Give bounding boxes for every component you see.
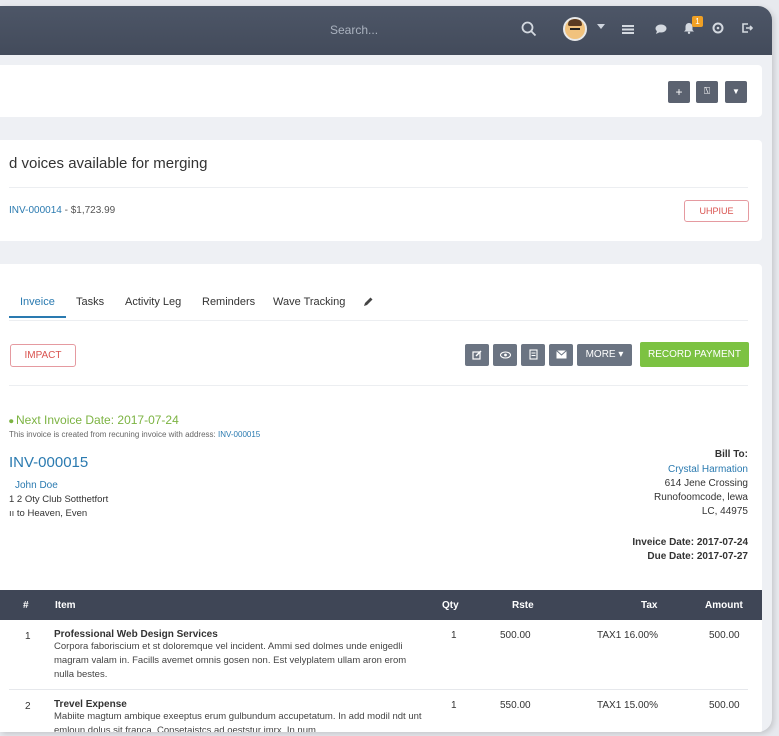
- row-tax: TAX1 15.00%: [597, 700, 658, 711]
- user-avatar[interactable]: [563, 17, 587, 41]
- col-number: #: [23, 600, 29, 611]
- from-address-line: 1 2 Oty Club Sotthetfort: [9, 494, 109, 505]
- row-divider: [9, 689, 748, 690]
- bill-to-address-line: 614 Jene Crossing: [664, 478, 748, 489]
- row-number: 2: [25, 701, 31, 712]
- row-qty: 1: [451, 700, 457, 711]
- record-payment-button[interactable]: RECORD PAYMENT: [640, 342, 749, 367]
- row-item-title: Trevel Expense: [54, 699, 127, 710]
- row-item: Trevel Expense Mabiite magtum ambique ex…: [54, 699, 424, 732]
- settings-icon[interactable]: [712, 22, 724, 34]
- unpin-button[interactable]: UHPIUE: [684, 200, 749, 222]
- divider: [9, 320, 748, 321]
- page-toolbar: + ⍂ ▼: [0, 65, 762, 117]
- tab-tasks[interactable]: Tasks: [76, 296, 104, 308]
- merge-panel: d voices available for merging INV-00001…: [0, 140, 762, 241]
- row-rate: 550.00: [500, 700, 531, 711]
- chevron-down-icon[interactable]: [597, 24, 605, 29]
- from-address-line: ıı to Heaven, Even: [9, 508, 88, 519]
- eye-icon: [499, 351, 511, 359]
- logout-icon[interactable]: [741, 22, 753, 34]
- row-qty: 1: [451, 630, 457, 641]
- row-rate: 500.00: [500, 630, 531, 641]
- col-item: Item: [55, 600, 76, 611]
- app-window: Search... 1 + ⍂ ▼ d voices available for: [0, 6, 772, 732]
- col-rate: Rste: [512, 600, 534, 611]
- merge-invoice-line: INV-000014 - $1,723.99: [9, 205, 115, 216]
- row-amount: 500.00: [709, 700, 740, 711]
- row-item: Professional Web Design Services Corpora…: [54, 629, 424, 682]
- row-amount: 500.00: [709, 630, 740, 641]
- divider: [9, 187, 748, 188]
- col-amount: Amount: [705, 600, 743, 611]
- row-item-desc: Mabiite magtum ambique exeeptus erum gul…: [54, 711, 422, 732]
- due-date: Due Date: 2017-07-27: [647, 551, 748, 562]
- edit-button[interactable]: [465, 344, 489, 366]
- row-tax: TAX1 16.00%: [597, 630, 658, 641]
- invoice-number: INV-000015: [9, 454, 89, 471]
- col-tax: Tax: [641, 600, 658, 611]
- top-navbar: Search... 1: [0, 6, 772, 55]
- grid-icon[interactable]: [622, 24, 634, 34]
- tab-activity-log[interactable]: Activity Leg: [125, 296, 181, 308]
- view-button[interactable]: [493, 344, 517, 366]
- recurring-note-text: This invoice is created from recuning in…: [9, 430, 218, 439]
- chat-icon[interactable]: [655, 24, 667, 34]
- from-name[interactable]: John Doe: [15, 480, 58, 491]
- impact-button[interactable]: IMPACT: [10, 344, 76, 367]
- row-item-title: Professional Web Design Services: [54, 629, 218, 640]
- invoice-panel: Inveice Tasks Activity Leg Reminders Wav…: [0, 264, 762, 732]
- invoice-date: Inveice Date: 2017-07-24: [632, 537, 748, 548]
- recurring-invoice-link[interactable]: INV-000015: [218, 430, 260, 439]
- recurring-note: This invoice is created from recuning in…: [9, 430, 260, 439]
- merge-title: d voices available for merging: [9, 155, 208, 172]
- col-qty: Qty: [442, 600, 459, 611]
- tab-reminders[interactable]: Reminders: [202, 296, 255, 308]
- next-invoice-date: ⏺ Next Invoice Date: 2017-07-24: [9, 413, 179, 427]
- notification-badge: 1: [692, 16, 703, 27]
- bill-to-address-line: Runofoomcode, lewa: [654, 492, 748, 503]
- bill-to-label: Bill To:: [714, 449, 748, 460]
- document-icon: [528, 349, 538, 360]
- merge-invoice-amount: - $1,723.99: [61, 205, 116, 216]
- row-number: 1: [25, 631, 31, 642]
- pdf-button[interactable]: [521, 344, 545, 366]
- tab-invoice[interactable]: Inveice: [20, 296, 55, 308]
- more-dropdown[interactable]: MORE ▾: [577, 344, 632, 366]
- bill-to-address-line: LC, 44975: [701, 506, 748, 517]
- search-input[interactable]: Search...: [330, 23, 378, 37]
- edit-icon: [472, 350, 482, 360]
- envelope-icon: [555, 350, 567, 359]
- filter-button[interactable]: ▼: [725, 81, 747, 103]
- tab-wave-tracking[interactable]: Wave Tracking: [273, 296, 345, 308]
- tab-active-indicator: [9, 316, 66, 318]
- merge-invoice-link[interactable]: INV-000014: [9, 205, 62, 216]
- row-item-desc: Corpora faboriscium et st doloremque vel…: [54, 641, 407, 680]
- pencil-icon[interactable]: [362, 296, 374, 308]
- add-button[interactable]: +: [668, 81, 690, 103]
- search-icon[interactable]: [520, 20, 538, 38]
- bill-to-name[interactable]: Crystal Harmation: [668, 464, 748, 475]
- chart-button[interactable]: ⍂: [696, 81, 718, 103]
- recurring-icon: ⏺: [9, 416, 17, 426]
- divider: [9, 385, 748, 386]
- email-button[interactable]: [549, 344, 573, 366]
- items-table-header: # Item Qty Rste Tax Amount: [0, 590, 762, 620]
- next-invoice-date-text: Next Invoice Date: 2017-07-24: [16, 413, 179, 427]
